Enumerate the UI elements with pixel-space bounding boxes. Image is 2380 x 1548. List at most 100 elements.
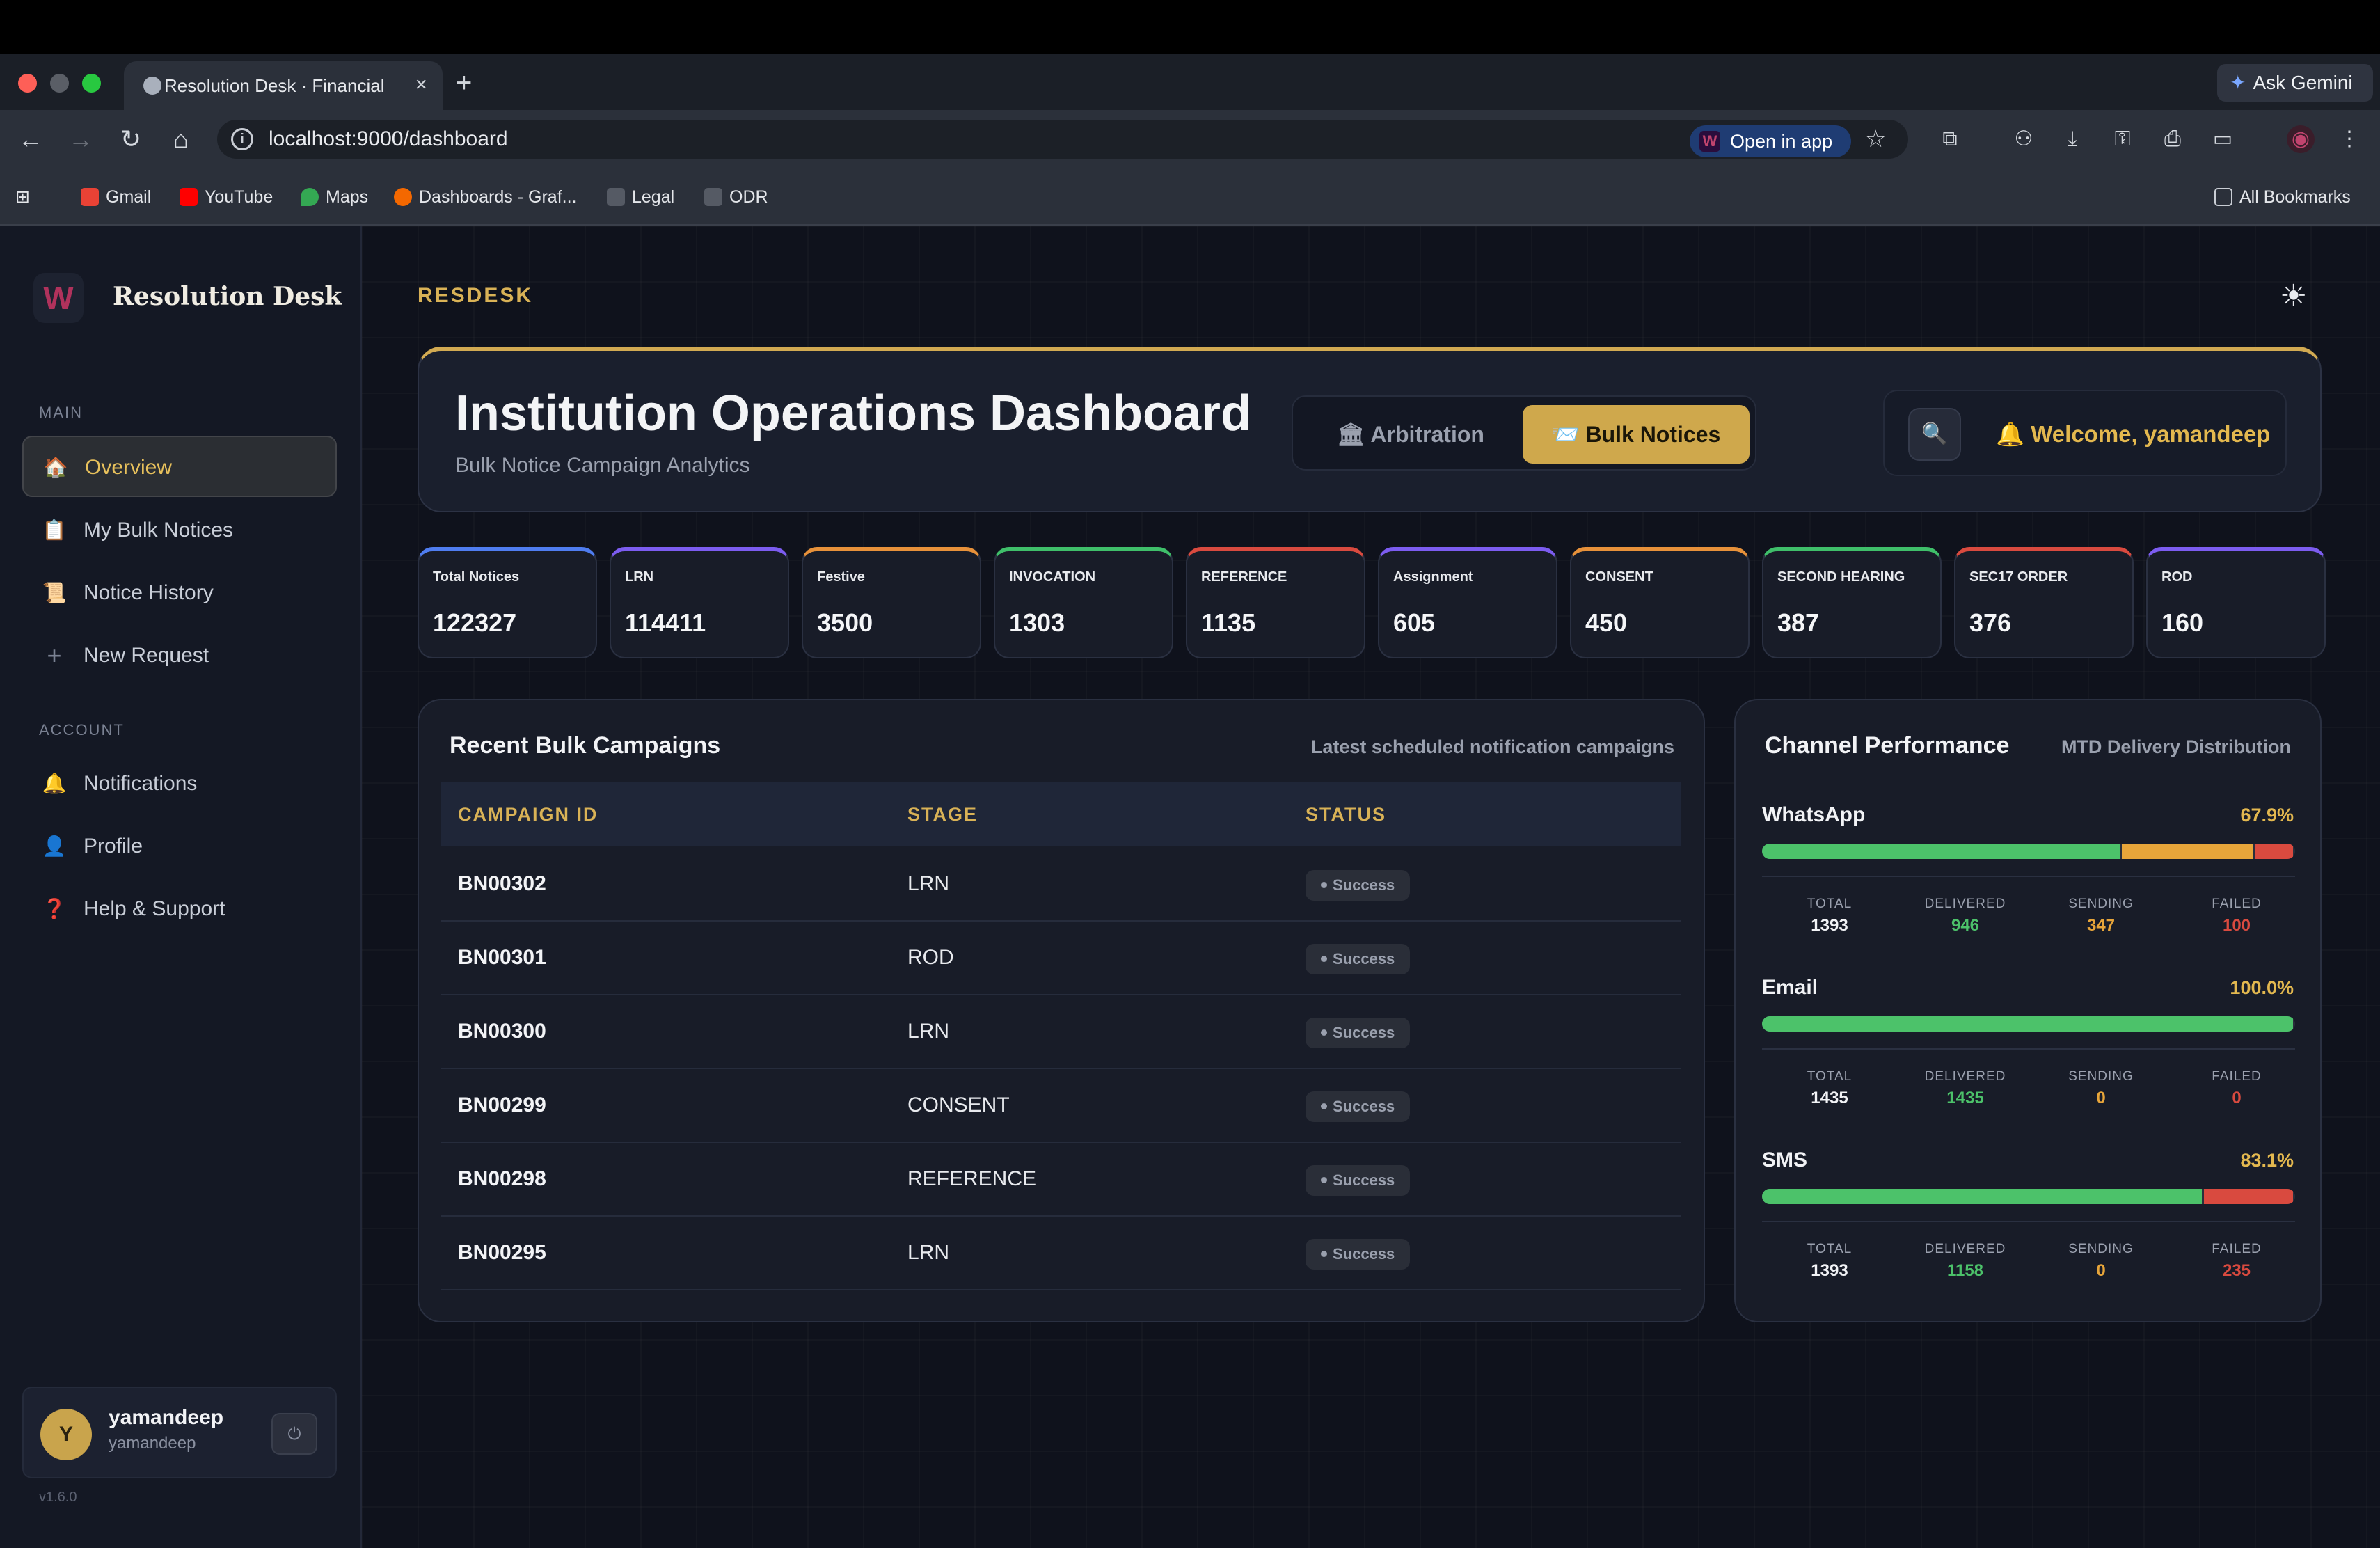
bookmark-gmail[interactable]: Gmail [81, 185, 151, 209]
stat-label: Festive [817, 569, 865, 585]
menu-kebab-icon[interactable]: ⋮ [2335, 125, 2363, 153]
home-icon[interactable]: ⌂ [167, 125, 195, 153]
ask-gemini-button[interactable]: ✦ Ask Gemini [2217, 64, 2373, 102]
metric-label-total: TOTAL [1807, 1069, 1853, 1084]
metric-value-total: 1393 [1811, 1261, 1848, 1280]
status-dot-icon [1321, 1103, 1327, 1109]
table-row[interactable]: BN00298 REFERENCE Success [441, 1143, 1681, 1217]
status-text: Success [1333, 1245, 1395, 1263]
mode-bulk-notices-button[interactable]: 📨 Bulk Notices [1523, 405, 1750, 464]
column-header-status[interactable]: STATUS [1306, 782, 1386, 846]
password-key-icon[interactable]: ⚿ [2109, 125, 2136, 153]
close-window-button[interactable] [18, 74, 37, 93]
search-icon: 🔍 [1921, 422, 1948, 445]
table-row[interactable]: BN00302 LRN Success [441, 848, 1681, 922]
brand-tag: RESDESK [418, 284, 534, 307]
table-header: CAMPAIGN ID STAGE STATUS [441, 782, 1681, 846]
bookmark-youtube[interactable]: YouTube [180, 185, 273, 209]
table-row[interactable]: BN00301 ROD Success [441, 922, 1681, 995]
metric-label-failed: FAILED [2212, 1242, 2262, 1256]
sidebar-item-overview[interactable]: 🏠 Overview [22, 436, 337, 497]
theme-toggle-sun-icon[interactable]: ☀ [2280, 278, 2307, 314]
mode-arbitration-button[interactable]: 🏛 Arbitration [1303, 405, 1518, 464]
user-subtitle: yamandeep [109, 1434, 196, 1453]
column-header-campaign-id[interactable]: CAMPAIGN ID [458, 782, 598, 846]
welcome-text: 🔔 Welcome, yamandeep [1996, 421, 2271, 447]
search-button[interactable]: 🔍 [1908, 408, 1961, 461]
reload-icon[interactable]: ↻ [117, 125, 145, 153]
metric-value-delivered: 946 [1951, 916, 1980, 935]
channel-delivery-percent: 83.1% [2240, 1150, 2294, 1171]
bar-segment-delivered [1762, 1016, 2293, 1032]
stat-card-second-hearing[interactable]: SECOND HEARING 387 [1762, 547, 1942, 658]
column-header-stage[interactable]: STAGE [907, 782, 978, 846]
new-tab-button[interactable]: + [456, 64, 472, 102]
stat-value: 114411 [625, 608, 706, 637]
bookmark-label: Dashboards - Graf... [419, 187, 577, 207]
stat-label: ROD [2161, 569, 2193, 585]
cast-icon[interactable]: ▭ [2209, 125, 2237, 153]
stat-card-invocation[interactable]: INVOCATION 1303 [994, 547, 1173, 658]
status-dot-icon [1321, 882, 1327, 888]
extensions-icon[interactable]: ⧉ [1936, 125, 1964, 153]
table-row[interactable]: BN00295 LRN Success [441, 1217, 1681, 1290]
sidebar-item-notifications[interactable]: 🔔 Notifications [22, 753, 337, 814]
forward-arrow-icon[interactable]: → [67, 125, 95, 153]
browser-tab-active[interactable]: Resolution Desk · Financial In × [124, 61, 443, 110]
gemini-sparkle-icon: ✦ [2230, 72, 2246, 93]
stat-card-rod[interactable]: ROD 160 [2146, 547, 2326, 658]
section-label-account: ACCOUNT [39, 721, 125, 739]
stat-label: LRN [625, 569, 654, 585]
status-badge: Success [1306, 870, 1411, 901]
channel-delivery-percent: 100.0% [2230, 977, 2294, 998]
panel-title: Channel Performance [1765, 732, 2010, 759]
sidebar-item-notice-history[interactable]: 📜 Notice History [22, 562, 337, 624]
legal-icon [607, 188, 625, 206]
recent-campaigns-panel: Recent Bulk Campaigns Latest scheduled n… [418, 699, 1705, 1322]
globe-icon [143, 77, 161, 95]
open-in-app-button[interactable]: W Open in app [1690, 125, 1851, 157]
bookmark-star-icon[interactable]: ☆ [1865, 125, 1886, 153]
profile-avatar-icon[interactable]: ◉ [2287, 125, 2315, 153]
avatar: Y [40, 1409, 92, 1460]
stat-card-reference[interactable]: REFERENCE 1135 [1186, 547, 1365, 658]
stat-label: INVOCATION [1009, 569, 1096, 585]
sidebar-item-new-request[interactable]: + New Request [22, 625, 337, 686]
stat-card-festive[interactable]: Festive 3500 [802, 547, 981, 658]
stat-label: SEC17 ORDER [1969, 569, 2068, 585]
campaign-id-cell: BN00301 [458, 946, 546, 969]
minimize-window-button[interactable] [50, 74, 69, 93]
channel-name: SMS [1762, 1148, 1808, 1171]
print-icon[interactable]: ⎙ [2159, 125, 2187, 153]
table-row[interactable]: BN00300 LRN Success [441, 995, 1681, 1069]
stat-card-lrn[interactable]: LRN 114411 [610, 547, 789, 658]
user-card: Y yamandeep yamandeep ⏻ [22, 1387, 337, 1478]
stat-card-assignment[interactable]: Assignment 605 [1378, 547, 1557, 658]
apps-grid-icon[interactable]: ⊞ [15, 185, 30, 209]
sidebar-item-my-bulk-notices[interactable]: 📋 My Bulk Notices [22, 500, 337, 561]
sidebar-item-label: New Request [84, 644, 209, 667]
all-bookmarks-button[interactable]: All Bookmarks [2214, 185, 2351, 209]
incognito-icon[interactable]: ⚇ [2010, 125, 2038, 153]
bookmark-legal[interactable]: Legal [607, 185, 674, 209]
stat-value: 376 [1969, 608, 2012, 637]
bell-icon: 🔔 [42, 773, 67, 794]
sidebar-item-profile[interactable]: 👤 Profile [22, 816, 337, 877]
download-icon[interactable]: ⤓ [2058, 125, 2086, 153]
site-info-icon[interactable]: i [231, 128, 253, 150]
stat-card-total-notices[interactable]: Total Notices 122327 [418, 547, 597, 658]
tab-close-icon[interactable]: × [415, 71, 427, 99]
back-arrow-icon[interactable]: ← [17, 125, 45, 153]
bookmark-maps[interactable]: Maps [301, 185, 368, 209]
bookmark-odr[interactable]: ODR [704, 185, 768, 209]
channel-divider [1762, 1048, 2295, 1050]
table-row[interactable]: BN00299 CONSENT Success [441, 1069, 1681, 1143]
bookmark-dashboards-grafana[interactable]: Dashboards - Graf... [394, 185, 576, 209]
maximize-window-button[interactable] [82, 74, 101, 93]
stat-card-sec17-order[interactable]: SEC17 ORDER 376 [1954, 547, 2134, 658]
logout-button[interactable]: ⏻ [271, 1413, 317, 1455]
sidebar-item-help-support[interactable]: ❓ Help & Support [22, 878, 337, 940]
address-bar[interactable]: i localhost:9000/dashboard [217, 120, 1908, 159]
folder-icon [2214, 188, 2232, 206]
stat-card-consent[interactable]: CONSENT 450 [1570, 547, 1750, 658]
